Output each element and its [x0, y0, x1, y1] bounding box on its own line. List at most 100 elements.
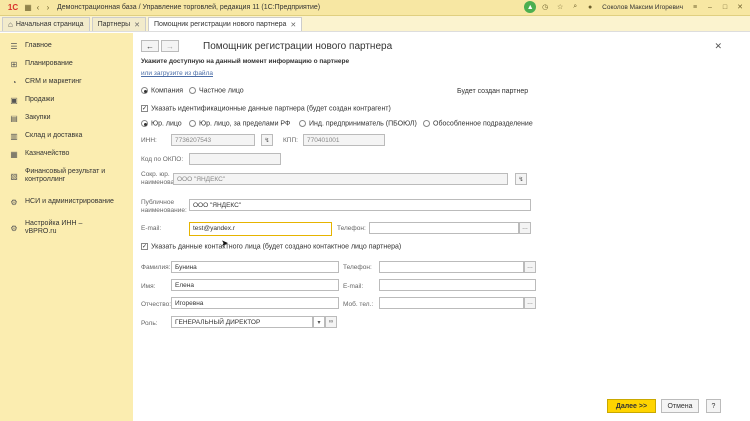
- history-icon[interactable]: ◷: [539, 1, 551, 13]
- tabbar: ⌂ Начальная страница Партнеры ✕ Помощник р…: [0, 16, 750, 32]
- warehouse-icon: ▥: [10, 131, 18, 141]
- first-name-input[interactable]: Елена: [171, 279, 339, 291]
- contact-phone-input[interactable]: [379, 261, 524, 273]
- radio-person[interactable]: Частное лицо: [189, 87, 244, 94]
- search-icon[interactable]: ⌕: [569, 1, 581, 13]
- help-button[interactable]: ?: [706, 399, 721, 413]
- first-name-label: Имя:: [141, 283, 156, 290]
- partner-status: Будет создан партнер: [457, 88, 529, 95]
- radio-off-icon: [423, 120, 430, 127]
- radio-separate-division[interactable]: Обособленное подразделение: [423, 120, 533, 127]
- sidebar-item-crm[interactable]: ◔ CRM и маркетинг: [0, 73, 133, 91]
- contact-phone-label: Телефон:: [343, 264, 372, 271]
- okpo-input[interactable]: [189, 153, 281, 165]
- notification-icon[interactable]: ▲: [524, 1, 537, 13]
- maximize-icon[interactable]: □: [719, 1, 731, 13]
- mobile-label: Моб. тел.:: [343, 301, 374, 308]
- public-name-input[interactable]: ООО "ЯНДЕКС": [189, 199, 531, 211]
- inn-icon: ⚙: [10, 223, 18, 233]
- identify-checkbox[interactable]: ✓ Указать идентификационные данные партне…: [141, 105, 391, 112]
- finance-icon: ▧: [10, 171, 18, 181]
- short-name-input[interactable]: ООО "ЯНДЕКС": [173, 173, 508, 185]
- sidebar-item-finance[interactable]: ▧ Финансовый результат и контроллинг: [0, 163, 133, 189]
- public-name-label: Публичное наименование:: [141, 199, 187, 214]
- contact-email-label: E-mail:: [343, 283, 364, 290]
- close-tab-icon[interactable]: ✕: [290, 21, 296, 29]
- treasury-icon: ▦: [10, 149, 18, 159]
- sidebar-item-purchases[interactable]: ▤ Закупки: [0, 109, 133, 127]
- mobile-input[interactable]: [379, 297, 524, 309]
- apps-grid-icon[interactable]: ▦: [23, 2, 33, 14]
- phone-label: Телефон:: [337, 225, 366, 232]
- radio-off-icon: [189, 87, 196, 94]
- menu-icon: ☰: [10, 41, 18, 51]
- sales-icon: ▣: [10, 95, 18, 105]
- tab-partner-wizard[interactable]: Помощник регистрации нового партнера ✕: [148, 17, 303, 31]
- forward-icon[interactable]: ›: [43, 2, 53, 14]
- role-label: Роль:: [141, 320, 158, 327]
- close-tab-icon[interactable]: ✕: [134, 21, 140, 29]
- 1c-logo: 1С: [7, 3, 19, 12]
- phone-input[interactable]: [369, 222, 519, 234]
- checkmark-icon: ✓: [141, 243, 148, 250]
- planning-icon: ⊞: [10, 59, 18, 69]
- minimize-icon[interactable]: –: [704, 1, 716, 13]
- role-dropdown-icon[interactable]: ▾: [313, 316, 325, 328]
- contact-email-input[interactable]: [379, 279, 536, 291]
- back-icon[interactable]: ‹: [33, 2, 43, 14]
- radio-on-icon: [141, 87, 148, 94]
- mouse-cursor-icon: ➤: [221, 238, 229, 248]
- role-input[interactable]: ГЕНЕРАЛЬНЫЙ ДИРЕКТОР: [171, 316, 313, 328]
- home-icon: ⌂: [8, 20, 13, 29]
- radio-company[interactable]: Компания: [141, 87, 183, 94]
- sidebar-item-main[interactable]: ☰ Главное: [0, 37, 133, 55]
- crm-icon: ◔: [11, 77, 17, 87]
- radio-legal-entity[interactable]: Юр. лицо: [141, 120, 182, 127]
- sidebar-item-inn[interactable]: ⚙ Настройка ИНН – vBPRO.ru: [0, 215, 133, 241]
- page-title: Помощник регистрации нового партнера: [203, 41, 393, 52]
- purchases-icon: ▤: [10, 113, 18, 123]
- email-label: E-mail:: [141, 225, 162, 232]
- sidebar-item-sales[interactable]: ▣ Продажи: [0, 91, 133, 109]
- contact-checkbox[interactable]: ✓ Указать данные контактного лица (будет …: [141, 243, 401, 250]
- hint-text: Укажите доступную на данный момент инфор…: [141, 58, 350, 65]
- kpp-input[interactable]: 770401001: [303, 134, 385, 146]
- radio-foreign-entity[interactable]: Юр. лицо, за пределами РФ: [189, 120, 290, 127]
- sidebar-item-treasury[interactable]: ▦ Казначейство: [0, 145, 133, 163]
- close-icon[interactable]: ✕: [714, 41, 722, 52]
- middle-name-label: Отчество:: [141, 301, 172, 308]
- inn-lookup-button[interactable]: ↯: [261, 134, 273, 146]
- favorites-icon[interactable]: ☆: [554, 1, 566, 13]
- radio-individual-entrepreneur[interactable]: Инд. предприниматель (ПБОЮЛ): [299, 120, 417, 127]
- inn-input[interactable]: 7736207543: [171, 134, 255, 146]
- tab-home[interactable]: ⌂ Начальная страница: [2, 17, 90, 31]
- user-icon[interactable]: ●: [584, 1, 596, 13]
- close-window-icon[interactable]: ✕: [734, 1, 746, 13]
- tab-partners[interactable]: Партнеры ✕: [91, 17, 147, 31]
- phone-more-button[interactable]: …: [519, 222, 531, 234]
- contact-phone-more-button[interactable]: …: [524, 261, 536, 273]
- okpo-label: Код по ОКПО:: [141, 156, 184, 163]
- checkmark-icon: ✓: [141, 105, 148, 112]
- wizard-panel: ← → Помощник регистрации нового партнера…: [133, 33, 750, 421]
- middle-name-input[interactable]: Игоревна: [171, 297, 339, 309]
- forward-button[interactable]: →: [161, 40, 179, 52]
- role-open-link-icon[interactable]: ∞: [325, 316, 337, 328]
- cancel-button[interactable]: Отмена: [661, 399, 699, 413]
- next-button[interactable]: Далее >>: [607, 399, 656, 413]
- window-title: Демонстрационная база / Управление торго…: [57, 4, 321, 11]
- radio-on-icon: [141, 120, 148, 127]
- short-name-lookup-button[interactable]: ↯: [515, 173, 527, 185]
- sidebar-item-admin[interactable]: ⚙ НСИ и администрирование: [0, 189, 133, 215]
- last-name-input[interactable]: Бунина: [171, 261, 339, 273]
- back-button[interactable]: ←: [141, 40, 159, 52]
- email-input[interactable]: test@yandex.r: [189, 222, 332, 236]
- sidebar-item-warehouse[interactable]: ▥ Склад и доставка: [0, 127, 133, 145]
- load-from-file-link[interactable]: или загрузите из файла: [141, 70, 213, 77]
- user-name[interactable]: Соколов Максим Игоревич: [602, 4, 683, 11]
- inn-label: ИНН:: [141, 137, 157, 144]
- sidebar: ☰ Главное ⊞ Планирование ◔ CRM и маркетинг …: [0, 33, 133, 421]
- mobile-more-button[interactable]: …: [524, 297, 536, 309]
- sidebar-item-planning[interactable]: ⊞ Планирование: [0, 55, 133, 73]
- menu-dots-icon[interactable]: ≡: [689, 1, 701, 13]
